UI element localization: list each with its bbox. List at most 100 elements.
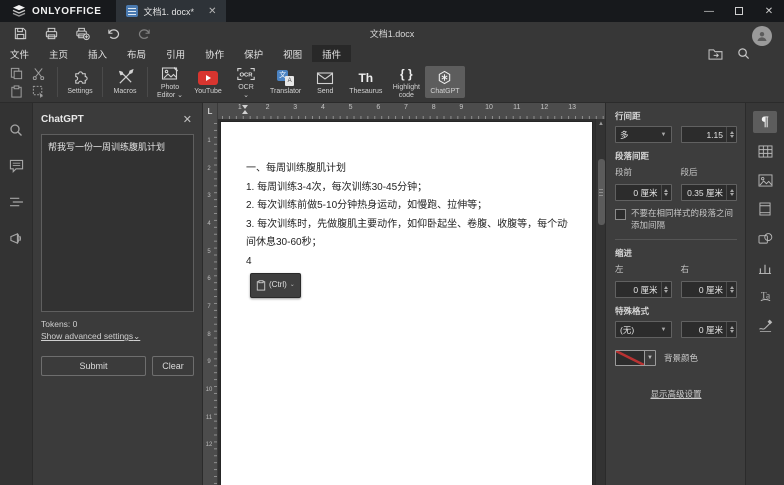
plugin-send-button[interactable]: Send xyxy=(306,66,344,98)
line-spacing-dropdown[interactable]: 多 ▼ xyxy=(615,126,672,143)
print-button[interactable] xyxy=(43,25,60,42)
vertical-ruler[interactable]: 1 2 3 4 5 6 7 8 9 10 11 12 xyxy=(203,119,218,485)
plugin-youtube-button[interactable]: YouTube xyxy=(189,66,227,98)
minimize-button[interactable]: — xyxy=(694,0,724,22)
document-text[interactable]: 一、每周训练腹肌计划 1. 每周训练3-4次，每次训练30-45分钟； 2. 每… xyxy=(221,122,592,298)
copy-icon[interactable] xyxy=(8,65,24,81)
spinner-arrows[interactable] xyxy=(726,282,736,297)
plugin-highlight-code-button[interactable]: { } Highlight code xyxy=(387,62,425,102)
navigation-icon[interactable] xyxy=(5,191,27,213)
close-button[interactable]: ✕ xyxy=(754,0,784,22)
plugin-thesaurus-button[interactable]: Th Thesaurus xyxy=(344,66,387,98)
doc-line: 间休息30-60秒； xyxy=(246,237,322,248)
after-label: 段后 xyxy=(680,167,698,177)
ruler-number: 3 xyxy=(207,193,211,200)
tokens-count: Tokens: 0 xyxy=(41,319,78,329)
find-icon[interactable] xyxy=(5,119,27,141)
quick-print-button[interactable] xyxy=(74,25,91,42)
tab-stop-selector[interactable]: L xyxy=(203,103,218,119)
tab-collaboration[interactable]: 协作 xyxy=(195,45,234,62)
spacing-before-spinner[interactable]: 0 厘米 xyxy=(615,184,672,201)
chevron-down-icon[interactable]: ▼ xyxy=(644,351,655,365)
plugin-chatgpt-button[interactable]: ChatGPT xyxy=(425,66,465,98)
plugin-macros-button[interactable]: Macros xyxy=(106,66,144,98)
spinner-arrows[interactable] xyxy=(660,185,671,200)
background-color-picker[interactable]: ▼ xyxy=(615,350,656,366)
spinner-arrows[interactable] xyxy=(726,185,736,200)
document-canvas[interactable]: 一、每周训练腹肌计划 1. 每周训练3-4次，每次训练30-45分钟； 2. 每… xyxy=(218,119,595,485)
save-button[interactable] xyxy=(12,25,29,42)
thesaurus-icon: Th xyxy=(358,70,374,85)
open-file-location-icon[interactable] xyxy=(708,48,723,60)
submit-button[interactable]: Submit xyxy=(41,356,146,376)
ruler-number: 8 xyxy=(431,104,436,111)
indent-right-spinner[interactable]: 0 厘米 xyxy=(680,281,737,298)
same-style-spacing-checkbox[interactable]: 不要在相同样式的段落之间添加间隔 xyxy=(615,208,737,231)
tab-references[interactable]: 引用 xyxy=(156,45,195,62)
scroll-up-arrow[interactable]: ▲ xyxy=(596,121,605,127)
line-spacing-value-spinner[interactable]: 1.15 xyxy=(680,126,737,143)
comments-icon[interactable] xyxy=(5,155,27,177)
paragraph-settings-icon[interactable]: ¶ xyxy=(753,111,777,133)
special-indent-dropdown[interactable]: (无) ▼ xyxy=(615,321,672,338)
cut-icon[interactable] xyxy=(30,65,46,81)
feedback-icon[interactable] xyxy=(5,227,27,249)
horizontal-ruler[interactable]: 1 2 3 4 5 6 7 8 9 10 11 12 13 xyxy=(218,103,605,119)
document-page[interactable]: 一、每周训练腹肌计划 1. 每周训练3-4次，每次训练30-45分钟； 2. 每… xyxy=(221,122,592,485)
tab-view[interactable]: 视图 xyxy=(273,45,312,62)
undo-button[interactable] xyxy=(105,25,122,42)
chatgpt-panel: ChatGPT ✕ Tokens: 0 Show advanced settin… xyxy=(33,103,203,485)
youtube-icon xyxy=(198,69,218,86)
show-advanced-settings-link[interactable]: Show advanced settings xyxy=(41,331,133,341)
maximize-button[interactable] xyxy=(724,0,754,22)
chatgpt-prompt-input[interactable] xyxy=(41,134,194,312)
ruler-number: 1 xyxy=(237,104,242,111)
show-advanced-settings-link[interactable]: 显示高级设置 xyxy=(650,389,701,399)
indent-markers[interactable] xyxy=(242,105,249,117)
doc-line: 1. 每周训练3-4次，每次训练30-45分钟； xyxy=(246,181,428,193)
indent-left-spinner[interactable]: 0 厘米 xyxy=(615,281,672,298)
spinner-arrows[interactable] xyxy=(726,322,736,337)
ruler-number: 5 xyxy=(207,248,211,255)
text-art-settings-icon[interactable]: Ta xyxy=(753,285,777,307)
plugin-ocr-button[interactable]: OCR OCR ⌄ xyxy=(227,62,265,102)
tab-insert[interactable]: 插入 xyxy=(78,45,117,62)
tab-protection[interactable]: 保护 xyxy=(234,45,273,62)
envelope-icon xyxy=(316,69,334,86)
plugin-settings-button[interactable]: Settings xyxy=(61,66,99,98)
indent-left-label: 左 xyxy=(615,264,624,274)
scrollbar-thumb[interactable] xyxy=(597,159,605,225)
chart-settings-icon[interactable] xyxy=(753,256,777,278)
document-icon xyxy=(125,5,138,17)
spacing-after-spinner[interactable]: 0.35 厘米 xyxy=(680,184,737,201)
spinner-arrows[interactable] xyxy=(726,127,736,142)
tab-layout[interactable]: 布局 xyxy=(117,45,156,62)
tab-close-icon[interactable]: ✕ xyxy=(208,6,216,17)
paste-options-button[interactable]: (Ctrl) ⌄ xyxy=(250,273,301,298)
spinner-arrows[interactable] xyxy=(660,282,671,297)
search-icon[interactable] xyxy=(737,47,750,60)
header-footer-settings-icon[interactable] xyxy=(753,198,777,220)
clear-button[interactable]: Clear xyxy=(152,356,194,376)
ruler-number: 4 xyxy=(320,104,325,111)
tab-file[interactable]: 文件 xyxy=(0,45,39,62)
signature-settings-icon[interactable] xyxy=(753,314,777,336)
plugin-translator-button[interactable]: 文A Translator xyxy=(265,66,306,98)
tab-plugins[interactable]: 插件 xyxy=(312,45,352,62)
no-fill-swatch xyxy=(616,351,644,365)
image-settings-icon[interactable] xyxy=(753,169,777,191)
shape-settings-icon[interactable] xyxy=(753,227,777,249)
special-indent-spinner[interactable]: 0 厘米 xyxy=(680,321,737,338)
table-settings-icon[interactable] xyxy=(753,140,777,162)
select-all-icon[interactable] xyxy=(30,83,46,99)
doc-line: 一、每周训练腹肌计划 xyxy=(246,163,346,174)
document-tab[interactable]: 文档1. docx* ✕ xyxy=(115,0,227,22)
panel-close-icon[interactable]: ✕ xyxy=(183,113,194,126)
vertical-scrollbar[interactable]: ▲ xyxy=(595,119,605,485)
user-avatar[interactable] xyxy=(752,26,772,46)
tab-home[interactable]: 主页 xyxy=(39,45,78,62)
checkbox[interactable] xyxy=(615,209,626,220)
redo-button[interactable] xyxy=(136,25,153,42)
paste-icon[interactable] xyxy=(8,83,24,99)
plugin-photo-editor-button[interactable]: Photo Editor ⌄ xyxy=(151,62,189,102)
